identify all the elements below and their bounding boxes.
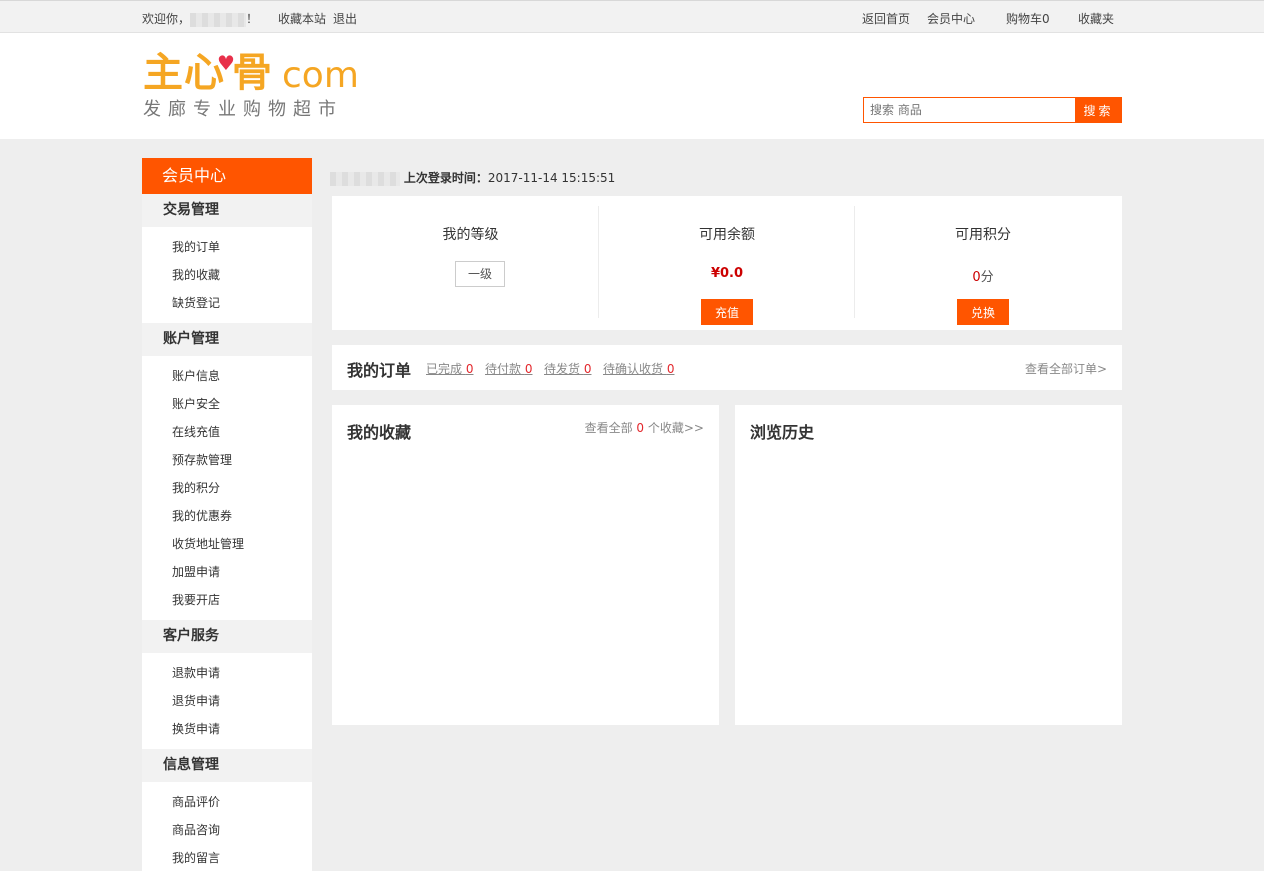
history-title: 浏览历史: [750, 423, 815, 442]
sidebar-item-online-recharge[interactable]: 在线充值: [142, 418, 312, 446]
orders-completed-link[interactable]: 已完成 0: [426, 360, 473, 377]
orders-unshipped-link[interactable]: 待发货 0: [544, 360, 591, 377]
favorites-link[interactable]: 收藏夹: [1078, 10, 1114, 27]
logo-tagline: 发廊专业购物超市: [143, 99, 343, 120]
welcome-text: 欢迎你，！: [142, 12, 259, 27]
username-blurred: [190, 12, 247, 27]
cart-link[interactable]: 购物车0: [1006, 10, 1050, 27]
sidebar-item-messages[interactable]: 我的留言: [142, 844, 312, 871]
recharge-button[interactable]: 充值: [701, 299, 753, 325]
sidebar-group-trade: 交易管理: [142, 194, 312, 227]
sidebar-item-open-store[interactable]: 我要开店: [142, 586, 312, 614]
sidebar-item-account-security[interactable]: 账户安全: [142, 390, 312, 418]
favorites-title: 我的收藏: [347, 423, 412, 442]
bookmark-site-link[interactable]: 收藏本站: [278, 10, 326, 27]
orders-title: 我的订单: [347, 361, 412, 380]
sidebar-item-coupons[interactable]: 我的优惠券: [142, 502, 312, 530]
sidebar-group-service: 客户服务: [142, 620, 312, 653]
username-blurred: [330, 171, 400, 186]
last-login-time: 2017-11-14 15:15:51: [487, 171, 616, 185]
sidebar-item-my-orders[interactable]: 我的订单: [142, 233, 312, 261]
orders-panel: 我的订单 已完成 0 待付款 0 待发货 0 待确认收货 0 查看全部订单>: [332, 345, 1122, 390]
logout-link[interactable]: 退出: [333, 10, 357, 27]
stat-points: 可用积分 0分 兑换: [854, 206, 1111, 325]
top-bar: 欢迎你，！ 收藏本站 退出 返回首页 会员中心 购物车0 收藏夹: [0, 0, 1264, 33]
sidebar: 会员中心 交易管理 我的订单 我的收藏 缺货登记 账户管理 账户信息 账户安全 …: [142, 158, 312, 871]
search-bar: 搜索: [863, 97, 1122, 123]
stat-level: 我的等级 一级: [342, 206, 599, 318]
logo[interactable]: 主心♥骨: [143, 50, 273, 102]
favorites-panel: 我的收藏 查看全部 0 个收藏>>: [332, 405, 719, 725]
search-button[interactable]: 搜索: [1075, 97, 1122, 123]
sidebar-item-points[interactable]: 我的积分: [142, 474, 312, 502]
history-panel: 浏览历史: [735, 405, 1122, 725]
orders-unpaid-link[interactable]: 待付款 0: [485, 360, 532, 377]
heart-icon: ♥: [217, 51, 236, 75]
points-value: 0分: [972, 270, 994, 285]
view-all-orders-link[interactable]: 查看全部订单>: [1025, 360, 1107, 377]
sidebar-item-deposit[interactable]: 预存款管理: [142, 446, 312, 474]
sidebar-group-account: 账户管理: [142, 323, 312, 356]
sidebar-group-info: 信息管理: [142, 749, 312, 782]
sidebar-item-account-info[interactable]: 账户信息: [142, 362, 312, 390]
sidebar-item-return[interactable]: 退货申请: [142, 687, 312, 715]
sidebar-item-my-favorites[interactable]: 我的收藏: [142, 261, 312, 289]
sidebar-title: 会员中心: [142, 158, 312, 194]
search-input[interactable]: [863, 97, 1075, 123]
home-link[interactable]: 返回首页: [862, 10, 910, 27]
stat-balance: 可用余额 ¥0.0 充值: [598, 206, 855, 325]
exchange-button[interactable]: 兑换: [957, 299, 1009, 325]
level-badge: 一级: [455, 261, 505, 287]
sidebar-item-stockout[interactable]: 缺货登记: [142, 289, 312, 317]
sidebar-item-reviews[interactable]: 商品评价: [142, 788, 312, 816]
sidebar-item-exchange[interactable]: 换货申请: [142, 715, 312, 743]
last-login-line: 上次登录时间：2017-11-14 15:15:51: [330, 169, 615, 186]
orders-unconfirmed-link[interactable]: 待确认收货 0: [603, 360, 674, 377]
account-stats: 我的等级 一级 可用余额 ¥0.0 充值 可用积分 0分 兑换: [332, 196, 1122, 330]
cart-count: 0: [1042, 12, 1050, 26]
sidebar-item-inquiries[interactable]: 商品咨询: [142, 816, 312, 844]
sidebar-item-refund[interactable]: 退款申请: [142, 659, 312, 687]
sidebar-item-addresses[interactable]: 收货地址管理: [142, 530, 312, 558]
balance-value: ¥0.0: [710, 266, 744, 281]
logo-com: com: [282, 55, 359, 96]
view-all-favorites-link[interactable]: 查看全部 0 个收藏>>: [585, 419, 704, 436]
member-center-link[interactable]: 会员中心: [927, 10, 975, 27]
sidebar-item-franchise[interactable]: 加盟申请: [142, 558, 312, 586]
